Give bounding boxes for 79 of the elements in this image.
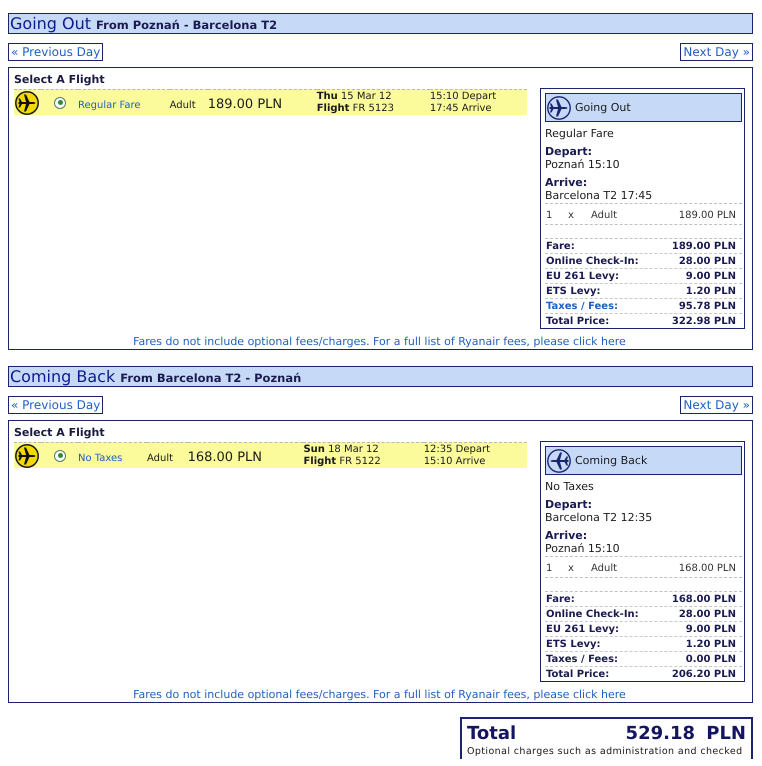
section-title: Coming Back <box>10 367 116 386</box>
depart-time-text: 12:35 Depart <box>424 444 492 456</box>
fee-label: Fare: <box>546 240 575 253</box>
radio-button[interactable] <box>54 96 66 108</box>
fee-label: EU 261 Levy: <box>546 623 619 636</box>
passenger-price: 168.00 PLN <box>678 562 736 574</box>
fee-amount: 189.00 PLN <box>672 240 736 253</box>
price-text: 168.00 PLN <box>188 450 262 465</box>
depart-label: Depart: <box>545 145 592 158</box>
arrive-text: Poznań 15:10 <box>545 542 620 555</box>
fee-label: ETS Levy: <box>546 285 601 298</box>
passenger-price: 189.00 PLN <box>678 210 736 220</box>
passenger-type: Adult <box>591 210 618 220</box>
fee-label: Fare: <box>546 593 575 606</box>
date-text: Thu 15 Mar 12 <box>316 90 393 102</box>
arrive-text: Barcelona T2 17:45 <box>545 189 652 202</box>
flight-number-text: Flight FR 5122 <box>303 456 382 468</box>
depart-label: Depart: <box>545 498 592 511</box>
next-day-button[interactable]: Next Day » <box>680 396 753 414</box>
total-label: Total <box>467 722 516 745</box>
flight-row[interactable]: Regular Fare Adult 189.00 PLN Thu 15 Mar 12 Flight FR 5123 15:10 Depart 17:45 Arrive <box>14 89 527 115</box>
next-day-button[interactable]: Next Day » <box>680 43 753 61</box>
fee-amount: 1.20 PLN <box>686 638 736 651</box>
fee-label: Taxes / Fees: <box>546 653 618 666</box>
depart-text: Barcelona T2 12:35 <box>545 511 652 524</box>
arrive-time-text: 17:45 Arrive <box>430 102 493 114</box>
fee-amount: 28.00 PLN <box>678 255 736 268</box>
fees-notice-link[interactable]: Fares do not include optional fees/charges. For a full list of Ryanair fees, please click here <box>133 688 626 701</box>
price-text: 189.00 PLN <box>208 97 282 112</box>
route-text: From Poznań - Barcelona T2 <box>96 17 278 34</box>
fees-notice-link[interactable]: Fares do not include optional fees/charges. For a full list of Ryanair fees, please click here <box>133 335 626 348</box>
fee-link[interactable]: Taxes / Fees: <box>546 299 618 313</box>
select-flight-heading: Select A Flight <box>14 426 105 439</box>
depart-text: Poznań 15:10 <box>545 158 620 171</box>
select-flight-heading: Select A Flight <box>14 73 105 86</box>
fare-type-link[interactable]: No Taxes <box>78 453 122 464</box>
fee-amount: 1.20 PLN <box>686 285 736 298</box>
depart-time-text: 15:10 Depart <box>430 90 498 102</box>
passenger-count: 1 <box>546 562 554 574</box>
total-amount: 529.18 PLN <box>626 722 746 745</box>
previous-day-button[interactable]: « Previous Day <box>8 43 104 61</box>
fee-amount: 206.20 PLN <box>672 668 736 681</box>
fee-label: EU 261 Levy: <box>546 270 619 283</box>
fee-amount: 168.00 PLN <box>672 593 736 606</box>
flight-row[interactable]: No Taxes Adult 168.00 PLN Sun 18 Mar 12 Flight FR 5122 12:35 Depart 15:10 Arrive <box>14 442 527 468</box>
fee-label: Online Check-In: <box>546 255 639 268</box>
fee-label: Total Price: <box>546 315 610 328</box>
passenger-text: Adult <box>147 453 174 464</box>
passenger-count: 1 <box>546 210 554 220</box>
fee-amount: 9.00 PLN <box>686 270 736 283</box>
optional-charges-note: Optional charges such as administration and checked <box>467 745 744 759</box>
arrive-time-text: 15:10 Arrive <box>424 456 486 468</box>
passenger-type: Adult <box>591 562 618 574</box>
fee-amount: 95.78 PLN <box>678 300 736 313</box>
previous-day-button[interactable]: « Previous Day <box>8 396 104 414</box>
flight-number-text: Flight FR 5123 <box>316 102 395 114</box>
times-sign: x <box>568 210 575 220</box>
fare-type-link[interactable]: Regular Fare <box>78 100 141 111</box>
fee-label: Total Price: <box>546 668 610 681</box>
times-sign: x <box>568 562 575 574</box>
fare-type-text: No Taxes <box>545 480 594 493</box>
plane-icon <box>15 444 39 468</box>
fee-amount: 322.98 PLN <box>672 315 736 328</box>
fee-amount: 28.00 PLN <box>678 608 736 621</box>
passenger-text: Adult <box>170 100 196 111</box>
arrive-label: Arrive: <box>545 176 588 189</box>
fee-amount: 9.00 PLN <box>686 623 736 636</box>
summary-title: Going Out <box>575 101 631 114</box>
arrive-label: Arrive: <box>545 529 588 542</box>
fee-amount: 0.00 PLN <box>686 653 736 666</box>
plane-icon <box>15 90 39 114</box>
fee-label: ETS Levy: <box>546 638 601 651</box>
section-title: Going Out <box>10 14 92 33</box>
date-text: Sun 18 Mar 12 <box>303 444 380 456</box>
fee-label: Online Check-In: <box>546 608 639 621</box>
fare-type-text: Regular Fare <box>545 127 614 140</box>
radio-button[interactable] <box>54 450 66 462</box>
route-text: From Barcelona T2 - Poznań <box>120 370 302 387</box>
summary-title: Coming Back <box>575 454 648 467</box>
